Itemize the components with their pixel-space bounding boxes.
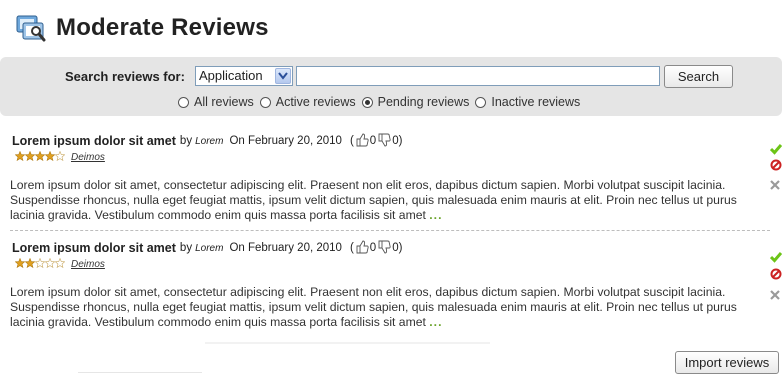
review-text: Lorem ipsum dolor sit amet, consectetur …: [10, 285, 737, 329]
review-by: by: [179, 135, 193, 147]
filter-label: Active reviews: [275, 95, 356, 109]
review-item: Lorem ipsum dolor sit amet by Lorem On F…: [10, 133, 767, 223]
review-body: Lorem ipsum dolor sit amet, consectetur …: [10, 178, 755, 223]
read-more-link[interactable]: ...: [429, 315, 442, 329]
star-filled-icon: [14, 257, 26, 269]
star-empty-icon: [54, 257, 66, 269]
x-icon[interactable]: [770, 287, 780, 305]
block-icon[interactable]: [770, 158, 782, 176]
review-date: On February 20, 2010: [229, 242, 342, 254]
filter-label: All reviews: [194, 95, 254, 109]
search-panel: Search reviews for: Application Search A…: [0, 57, 782, 116]
filter-active-reviews[interactable]: Active reviews: [259, 95, 356, 109]
page-title: Moderate Reviews: [56, 14, 269, 41]
star-empty-icon: [34, 257, 46, 269]
search-input[interactable]: [296, 66, 660, 86]
review-rating: Deimos: [14, 255, 767, 273]
search-button[interactable]: Search: [664, 65, 733, 88]
review-body: Lorem ipsum dolor sit amet, consectetur …: [10, 285, 755, 330]
page-header: Moderate Reviews: [14, 8, 269, 48]
search-scope-select[interactable]: Application: [195, 66, 293, 86]
filter-label: Inactive reviews: [491, 95, 581, 109]
search-label: Search reviews for:: [65, 69, 185, 84]
filter-pending-reviews[interactable]: Pending reviews: [361, 95, 470, 109]
star-filled-icon: [24, 257, 36, 269]
divider: [78, 372, 202, 373]
star-empty-icon: [44, 257, 56, 269]
x-icon[interactable]: [770, 177, 780, 195]
star-filled-icon: [24, 150, 36, 162]
review-item: Lorem ipsum dolor sit amet by Lorem On F…: [10, 240, 767, 330]
radio-all-reviews[interactable]: [178, 96, 189, 108]
review-rating: Deimos: [14, 148, 767, 166]
search-scope-value: Application: [199, 68, 263, 83]
review-votes: ( 0 0 ): [350, 240, 403, 257]
review-text: Lorem ipsum dolor sit amet, consectetur …: [10, 178, 737, 222]
review-author: Lorem: [195, 242, 224, 254]
thumbs-down-icon[interactable]: [376, 240, 392, 257]
review-separator: [10, 230, 770, 231]
rating-stars: [14, 255, 66, 273]
reviewer-link[interactable]: Deimos: [71, 259, 105, 270]
thumbs-up-icon[interactable]: [354, 240, 370, 257]
review-date: On February 20, 2010: [229, 135, 342, 147]
star-filled-icon: [44, 150, 56, 162]
import-reviews-button[interactable]: Import reviews: [675, 351, 779, 374]
review-status-filters: All reviews Active reviews Pending revie…: [178, 93, 586, 111]
review-title: Lorem ipsum dolor sit amet: [12, 241, 176, 255]
check-icon[interactable]: [769, 250, 782, 268]
rating-stars: [14, 148, 66, 166]
thumbs-up-icon[interactable]: [354, 133, 370, 150]
star-filled-icon: [14, 150, 26, 162]
radio-active-reviews[interactable]: [259, 96, 271, 108]
thumbs-down-icon[interactable]: [376, 133, 392, 150]
review-title: Lorem ipsum dolor sit amet: [12, 134, 176, 148]
radio-pending-reviews[interactable]: [361, 96, 373, 108]
review-by: by: [179, 242, 193, 254]
star-empty-icon: [54, 150, 66, 162]
votes-paren-close: ): [398, 242, 403, 254]
moderate-reviews-icon: [14, 13, 48, 43]
filter-label: Pending reviews: [377, 95, 470, 109]
star-filled-icon: [34, 150, 46, 162]
votes-paren-close: ): [398, 135, 403, 147]
review-header: Lorem ipsum dolor sit amet by Lorem On F…: [12, 133, 767, 149]
chevron-down-icon[interactable]: [275, 68, 291, 84]
block-icon[interactable]: [770, 267, 782, 285]
review-author: Lorem: [195, 135, 224, 147]
filter-all-reviews[interactable]: All reviews: [178, 95, 254, 109]
review-votes: ( 0 0 ): [350, 133, 403, 150]
review-header: Lorem ipsum dolor sit amet by Lorem On F…: [12, 240, 767, 256]
filter-inactive-reviews[interactable]: Inactive reviews: [475, 95, 580, 109]
divider: [205, 342, 490, 344]
read-more-link[interactable]: ...: [429, 208, 442, 222]
reviewer-link[interactable]: Deimos: [71, 152, 105, 163]
radio-inactive-reviews[interactable]: [475, 96, 487, 108]
